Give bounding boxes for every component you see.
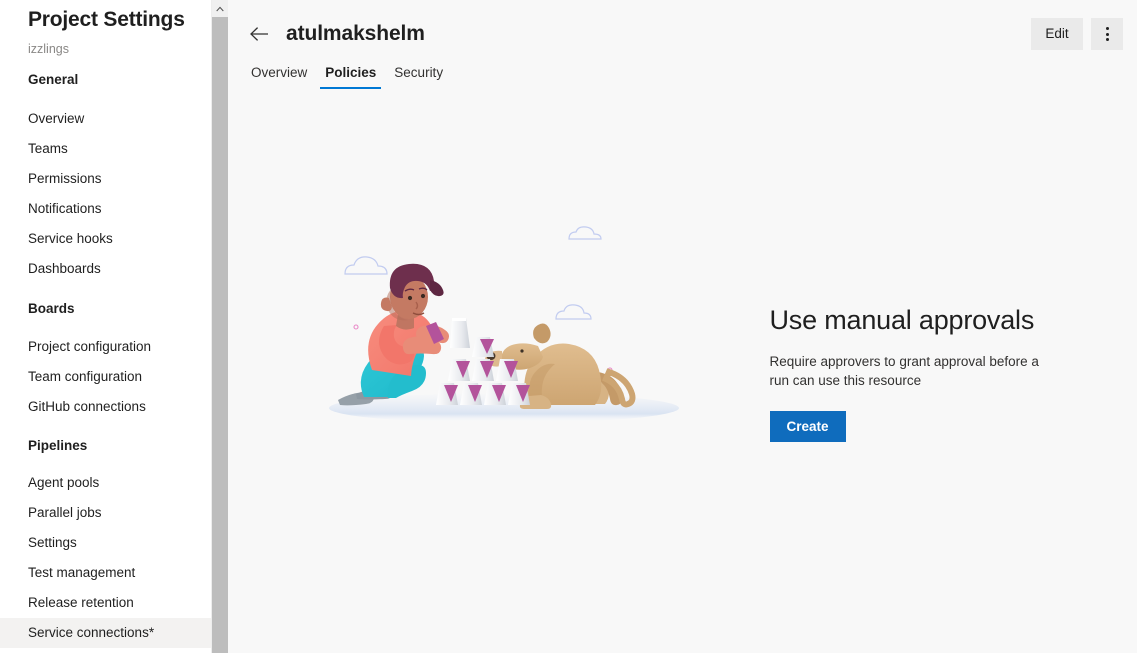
sidebar-scrollbar[interactable] <box>211 0 228 653</box>
project-settings-page: Project Settings izzlings General Overvi… <box>0 0 1137 653</box>
nav-items-general: Overview Teams Permissions Notifications… <box>0 104 211 284</box>
person-building-card-tower-with-dog-illustration <box>326 222 686 437</box>
page-header: atulmakshelm Edit <box>243 18 1123 50</box>
sidebar-item-dashboards[interactable]: Dashboards <box>0 254 211 284</box>
scroll-up-icon[interactable] <box>212 0 228 17</box>
scrollbar-thumb[interactable] <box>212 17 228 653</box>
more-vertical-icon <box>1105 27 1109 41</box>
tab-overview[interactable]: Overview <box>242 65 316 89</box>
sidebar-item-notifications[interactable]: Notifications <box>0 194 211 224</box>
sidebar-item-settings[interactable]: Settings <box>0 528 211 558</box>
sidebar-content: Project Settings izzlings General Overvi… <box>0 0 211 653</box>
sidebar-item-github-connections[interactable]: GitHub connections <box>0 392 211 422</box>
sidebar-item-teams[interactable]: Teams <box>0 134 211 164</box>
resource-tabs: Overview Policies Security <box>242 59 452 89</box>
sidebar-item-parallel-jobs[interactable]: Parallel jobs <box>0 498 211 528</box>
tab-policies[interactable]: Policies <box>316 65 385 89</box>
empty-state-copy: Use manual approvals Require approvers t… <box>769 222 1040 442</box>
main-content: atulmakshelm Edit Overview Policies Secu… <box>228 0 1137 653</box>
sidebar-item-agent-pools[interactable]: Agent pools <box>0 468 211 498</box>
empty-state-description: Require approvers to grant approval befo… <box>769 354 1039 388</box>
nav-group-heading-boards: Boards <box>28 301 75 316</box>
nav-group-pipelines: Pipelines <box>0 438 211 454</box>
nav-group-heading-general: General <box>28 72 79 87</box>
more-options-button[interactable] <box>1091 18 1123 50</box>
sidebar-item-overview[interactable]: Overview <box>0 104 211 134</box>
back-arrow-icon[interactable] <box>243 18 275 50</box>
sidebar-item-permissions[interactable]: Permissions <box>0 164 211 194</box>
sidebar-item-release-retention[interactable]: Release retention <box>0 588 211 618</box>
empty-state-heading: Use manual approvals <box>769 305 1035 335</box>
nav-items-boards: Project configuration Team configuration… <box>0 332 211 422</box>
nav-group-boards: Boards <box>0 301 211 317</box>
nav-group-general: General <box>0 72 211 88</box>
empty-state: Use manual approvals Require approvers t… <box>228 222 1137 442</box>
sidebar-item-project-configuration[interactable]: Project configuration <box>0 332 211 362</box>
header-actions: Edit <box>1031 18 1123 50</box>
create-button[interactable]: Create <box>769 411 846 442</box>
nav-items-pipelines: Agent pools Parallel jobs Settings Test … <box>0 468 211 648</box>
sidebar-item-test-management[interactable]: Test management <box>0 558 211 588</box>
sidebar-title: Project Settings <box>28 8 185 31</box>
tab-security[interactable]: Security <box>385 65 452 89</box>
sidebar-item-service-connections[interactable]: Service connections* <box>0 618 211 648</box>
sidebar-project-name: izzlings <box>28 42 69 56</box>
sidebar-item-service-hooks[interactable]: Service hooks <box>0 224 211 254</box>
page-title: atulmakshelm <box>286 22 425 45</box>
edit-button[interactable]: Edit <box>1031 18 1083 50</box>
settings-sidebar: Project Settings izzlings General Overvi… <box>0 0 228 653</box>
sidebar-item-team-configuration[interactable]: Team configuration <box>0 362 211 392</box>
nav-group-heading-pipelines: Pipelines <box>28 438 88 453</box>
